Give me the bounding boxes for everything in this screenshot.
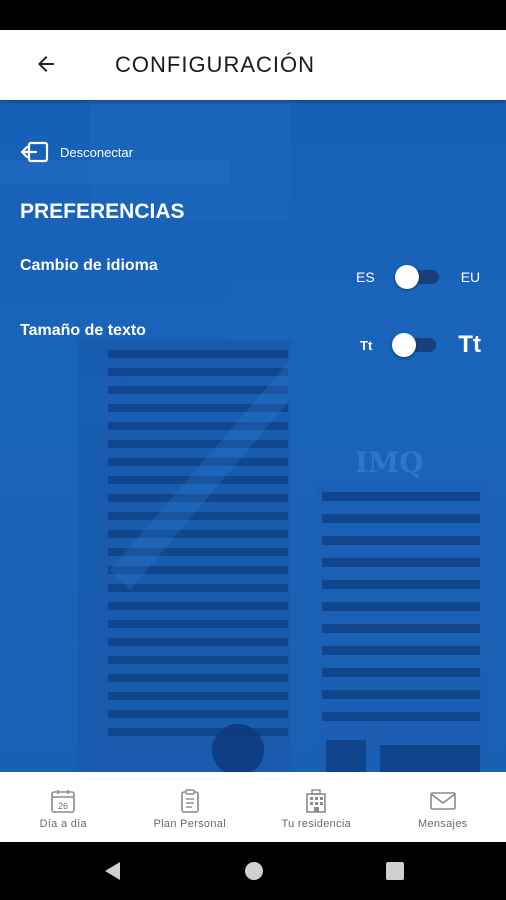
- settings-content: IMQ Desconectar PREFERENCIAS Cambio de i…: [0, 100, 506, 772]
- language-toggle-row: ES EU: [356, 264, 480, 290]
- nav-label: Mensajes: [418, 818, 468, 830]
- nav-tu-residencia[interactable]: Tu residencia: [253, 772, 380, 842]
- language-option-es[interactable]: ES: [356, 269, 375, 285]
- logout-label: Desconectar: [60, 144, 133, 160]
- language-switch-knob: [394, 265, 419, 289]
- preferences-heading: PREFERENCIAS: [20, 200, 185, 223]
- system-home-icon[interactable]: [243, 860, 265, 882]
- nav-label: Plan Personal: [153, 818, 226, 830]
- text-size-small-icon[interactable]: Tt: [360, 338, 372, 353]
- logout-button[interactable]: Desconectar: [20, 140, 133, 164]
- text-size-switch-knob: [392, 333, 417, 357]
- nav-label: Tu residencia: [281, 818, 352, 830]
- page-title: CONFIGURACIÓN: [115, 52, 315, 77]
- clipboard-icon: [180, 789, 199, 813]
- language-label: Cambio de idioma: [20, 257, 158, 274]
- language-switch[interactable]: [394, 264, 441, 290]
- logout-icon: [20, 141, 49, 163]
- text-size-large-icon[interactable]: Tt: [458, 331, 481, 359]
- building-icon: [306, 789, 327, 813]
- text-size-toggle-row: Tt Tt: [360, 331, 481, 359]
- nav-dia-a-dia[interactable]: 26 Día a día: [0, 772, 127, 842]
- system-navigation-bar: [0, 842, 506, 900]
- app-bar: CONFIGURACIÓN: [0, 30, 506, 100]
- svg-text:26: 26: [58, 801, 68, 811]
- nav-label: Día a día: [39, 818, 87, 830]
- system-recents-icon[interactable]: [384, 860, 406, 882]
- back-button[interactable]: [26, 44, 66, 84]
- nav-mensajes[interactable]: Mensajes: [380, 772, 506, 842]
- svg-text:IMQ: IMQ: [355, 446, 423, 479]
- envelope-icon: [429, 792, 456, 810]
- arrow-left-icon: [38, 56, 54, 72]
- language-option-eu[interactable]: EU: [461, 269, 480, 285]
- calendar-icon: 26: [51, 790, 76, 813]
- system-back-icon[interactable]: [102, 860, 124, 882]
- text-size-label: Tamaño de texto: [20, 322, 146, 339]
- nav-plan-personal[interactable]: Plan Personal: [127, 772, 254, 842]
- bottom-navigation: 26 Día a día Plan Personal Tu residencia: [0, 772, 506, 842]
- text-size-switch[interactable]: [392, 332, 438, 358]
- status-bar: [0, 0, 506, 30]
